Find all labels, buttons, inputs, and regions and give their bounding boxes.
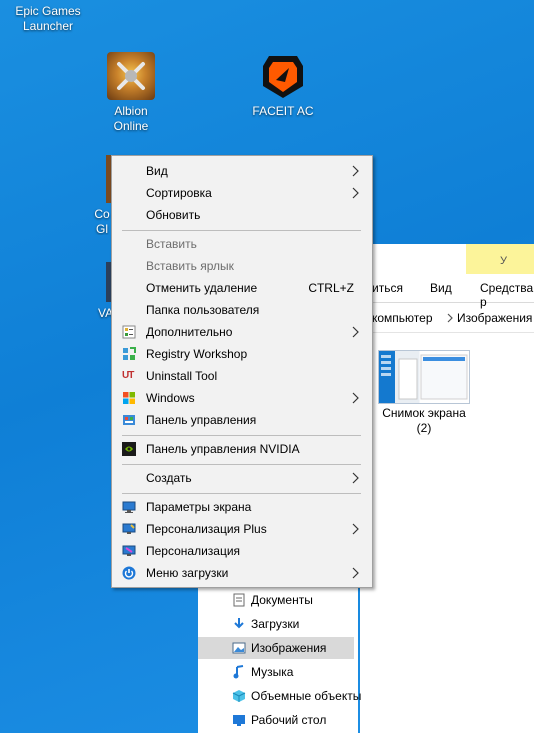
3d-objects-icon bbox=[232, 690, 246, 702]
ribbon-tab-tools[interactable]: У bbox=[466, 244, 534, 274]
file-thumbnail[interactable] bbox=[378, 350, 470, 404]
windows-icon bbox=[123, 392, 135, 404]
boot-menu-icon bbox=[122, 566, 136, 580]
menu-item-sort[interactable]: Сортировка bbox=[114, 182, 370, 204]
desktop-icon-partial-1[interactable]: Co Glo bbox=[72, 155, 112, 235]
shortcut-text: CTRL+Z bbox=[308, 281, 354, 295]
nvidia-icon bbox=[122, 442, 136, 456]
menu-separator bbox=[122, 435, 361, 436]
address-bar[interactable]: компьютер Изображения bbox=[360, 302, 534, 333]
desktop-context-menu: Вид Сортировка Обновить Вставить Вставит… bbox=[111, 155, 373, 588]
file-name[interactable]: Снимок экрана (2) bbox=[368, 406, 480, 436]
menu-separator bbox=[122, 230, 361, 231]
desktop-icon-partial-2[interactable]: VA bbox=[92, 262, 112, 322]
nav-item-pictures[interactable]: Изображения bbox=[198, 637, 354, 659]
documents-icon bbox=[233, 593, 245, 607]
screenshot-preview-icon bbox=[381, 354, 468, 400]
submenu-arrow-icon bbox=[352, 187, 359, 199]
menu-item-personalization-plus[interactable]: Персонализация Plus bbox=[114, 518, 370, 540]
file-name-line1: Снимок экрана bbox=[382, 406, 466, 420]
submenu-arrow-icon bbox=[352, 326, 359, 338]
desktop-icon-label: Albion Online bbox=[113, 104, 149, 133]
submenu-arrow-icon bbox=[352, 567, 359, 579]
menu-item-view[interactable]: Вид bbox=[114, 160, 370, 182]
submenu-arrow-icon bbox=[352, 165, 359, 177]
submenu-arrow-icon bbox=[352, 392, 359, 404]
desktop-icon-label: Co Glo bbox=[94, 207, 110, 235]
menu-item-paste: Вставить bbox=[146, 237, 197, 251]
menu-item-new[interactable]: Создать bbox=[114, 467, 370, 489]
display-settings-icon bbox=[122, 501, 136, 513]
menu-item-user-folder[interactable]: Папка пользователя bbox=[114, 299, 370, 321]
nav-item-desktop[interactable]: Рабочий стол bbox=[198, 709, 354, 731]
submenu-arrow-icon bbox=[352, 523, 359, 535]
faceit-icon bbox=[259, 52, 307, 100]
submenu-arrow-icon bbox=[352, 472, 359, 484]
nav-item-music[interactable]: Музыка bbox=[198, 661, 354, 683]
additional-icon bbox=[122, 325, 136, 339]
menu-item-nvidia-control-panel[interactable]: Панель управления NVIDIA bbox=[114, 438, 370, 460]
nav-item-downloads[interactable]: Загрузки bbox=[198, 613, 354, 635]
ribbon-tabs-row: иться Вид Средства р bbox=[360, 274, 534, 309]
pictures-icon bbox=[232, 642, 246, 654]
file-name-line2: (2) bbox=[416, 421, 432, 435]
desktop-icon-albion-online[interactable]: Albion Online bbox=[83, 52, 179, 134]
desktop-icon-label: Epic Games Launcher bbox=[15, 4, 81, 33]
personalization-icon bbox=[122, 545, 136, 556]
breadcrumb-pictures[interactable]: Изображения bbox=[457, 311, 532, 325]
explorer-window: У иться Вид Средства р компьютер Изображ… bbox=[360, 244, 534, 733]
menu-separator bbox=[122, 493, 361, 494]
menu-item-uninstall-tool[interactable]: UT Uninstall Tool bbox=[114, 365, 370, 387]
menu-item-boot-menu[interactable]: Меню загрузки bbox=[114, 562, 370, 584]
desktop-icon-label: VA bbox=[98, 306, 112, 320]
desktop-icon-label: FACEIT AC bbox=[252, 104, 314, 118]
chevron-right-icon bbox=[447, 313, 453, 323]
menu-item-personalization[interactable]: Персонализация bbox=[114, 540, 370, 562]
desktop-icon-epic-games[interactable]: Epic Games Launcher bbox=[0, 4, 96, 34]
menu-item-undo-delete[interactable]: Отменить удаление CTRL+Z bbox=[114, 277, 370, 299]
personalization-plus-icon bbox=[122, 523, 136, 534]
menu-item-paste-shortcut: Вставить ярлык bbox=[146, 259, 234, 273]
albion-online-icon bbox=[107, 52, 155, 100]
breadcrumb-computer[interactable]: компьютер bbox=[372, 311, 433, 325]
ribbon-tab-share[interactable]: иться bbox=[372, 281, 403, 295]
menu-item-display-settings[interactable]: Параметры экрана bbox=[114, 496, 370, 518]
menu-item-control-panel[interactable]: Панель управления bbox=[114, 409, 370, 431]
menu-item-windows[interactable]: Windows bbox=[114, 387, 370, 409]
registry-workshop-icon bbox=[123, 347, 136, 360]
music-icon bbox=[233, 665, 244, 679]
menu-item-additional[interactable]: Дополнительно bbox=[114, 321, 370, 343]
menu-separator bbox=[122, 464, 361, 465]
desktop-icon-faceit-ac[interactable]: FACEIT AC bbox=[235, 52, 331, 119]
menu-item-registry-workshop[interactable]: Registry Workshop bbox=[114, 343, 370, 365]
nav-item-3d-objects[interactable]: Объемные объекты bbox=[198, 685, 361, 707]
menu-item-refresh[interactable]: Обновить bbox=[114, 204, 370, 226]
download-icon bbox=[234, 618, 244, 629]
ribbon-tab-label: У bbox=[500, 255, 507, 267]
desktop-folder-icon bbox=[233, 715, 245, 726]
navigation-pane: Документы Загрузки Изображения Музыка Об… bbox=[198, 584, 361, 733]
nav-item-documents[interactable]: Документы bbox=[198, 589, 354, 611]
uninstall-tool-icon: UT bbox=[122, 370, 134, 381]
control-panel-icon bbox=[123, 415, 135, 425]
ribbon-tab-view[interactable]: Вид bbox=[430, 281, 452, 295]
